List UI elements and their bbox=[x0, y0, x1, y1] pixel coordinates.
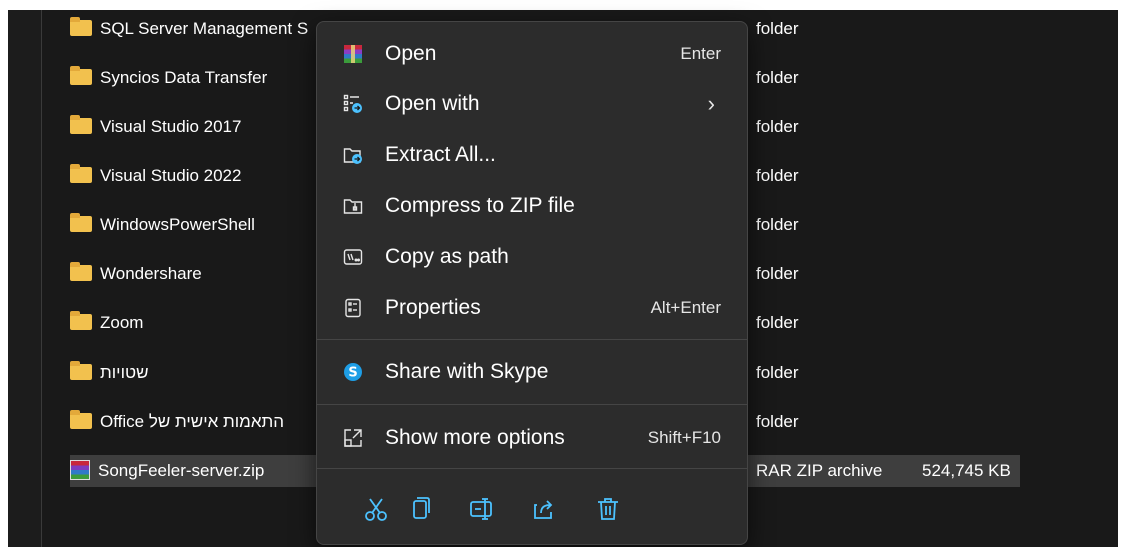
file-type: RAR ZIP archive bbox=[756, 461, 883, 480]
copy-path-icon bbox=[343, 247, 363, 267]
file-name: SongFeeler-server.zip bbox=[98, 461, 265, 480]
file-type: folder bbox=[756, 264, 799, 283]
context-menu-toolbar bbox=[317, 474, 747, 544]
show-more-options-icon bbox=[343, 428, 363, 448]
file-type: folder bbox=[756, 166, 799, 185]
menu-item-copy-as-path[interactable]: Copy as path bbox=[323, 234, 741, 280]
menu-item-shortcut: Shift+F10 bbox=[647, 428, 721, 447]
winrar-archive-icon bbox=[70, 460, 90, 480]
skype-icon: S bbox=[343, 362, 363, 382]
folder-icon bbox=[70, 361, 92, 380]
cut-icon[interactable] bbox=[361, 494, 391, 524]
menu-item-compress-zip[interactable]: Compress to ZIP file bbox=[323, 183, 741, 229]
copy-icon[interactable] bbox=[405, 494, 435, 524]
menu-item-label: Share with Skype bbox=[385, 360, 549, 383]
folder-icon bbox=[70, 213, 92, 232]
folder-icon bbox=[70, 17, 92, 36]
folder-icon bbox=[70, 115, 92, 134]
folder-icon bbox=[70, 66, 92, 85]
extract-folder-icon bbox=[343, 145, 363, 165]
menu-item-label: Properties bbox=[385, 296, 481, 319]
winrar-icon bbox=[343, 44, 363, 64]
menu-item-extract-all[interactable]: Extract All... bbox=[323, 132, 741, 178]
chevron-right-icon: › bbox=[707, 91, 715, 116]
file-type: folder bbox=[756, 19, 799, 38]
menu-item-open-with[interactable]: Open with › bbox=[323, 81, 741, 127]
file-name: Wondershare bbox=[100, 264, 202, 283]
properties-icon bbox=[343, 298, 363, 318]
svg-text:S: S bbox=[348, 366, 357, 381]
file-name: SQL Server Management S bbox=[100, 19, 309, 38]
menu-item-label: Extract All... bbox=[385, 143, 496, 166]
file-name: Zoom bbox=[100, 313, 144, 332]
menu-separator bbox=[317, 468, 747, 469]
menu-item-label: Compress to ZIP file bbox=[385, 194, 575, 217]
file-type: folder bbox=[756, 117, 799, 136]
file-type: folder bbox=[756, 313, 799, 332]
file-type: folder bbox=[756, 363, 799, 382]
file-name: Visual Studio 2017 bbox=[100, 117, 242, 136]
zip-folder-icon bbox=[343, 196, 363, 216]
menu-item-label: Copy as path bbox=[385, 245, 509, 268]
file-type: folder bbox=[756, 215, 799, 234]
open-with-icon bbox=[343, 94, 363, 114]
folder-icon bbox=[70, 262, 92, 281]
file-name: שטויות bbox=[100, 363, 149, 382]
menu-item-share-skype[interactable]: S Share with Skype bbox=[323, 349, 741, 395]
folder-icon bbox=[70, 164, 92, 183]
menu-separator bbox=[317, 339, 747, 340]
menu-item-properties[interactable]: Properties Alt+Enter bbox=[323, 285, 741, 331]
navigation-pane-edge bbox=[8, 10, 42, 547]
menu-item-show-more-options[interactable]: Show more options Shift+F10 bbox=[323, 415, 741, 461]
menu-item-shortcut: Enter bbox=[680, 44, 721, 63]
file-size: 524,745 KB bbox=[922, 461, 1011, 480]
menu-item-open[interactable]: Open Enter bbox=[323, 31, 741, 77]
menu-item-shortcut: Alt+Enter bbox=[650, 298, 721, 317]
context-menu: Open Enter Open with › Extract All... Co… bbox=[316, 21, 748, 545]
share-icon[interactable] bbox=[529, 494, 559, 524]
file-name: Office התאמות אישית של bbox=[100, 412, 285, 431]
menu-separator bbox=[317, 404, 747, 405]
file-name: WindowsPowerShell bbox=[100, 215, 255, 234]
file-type: folder bbox=[756, 68, 799, 87]
folder-icon bbox=[70, 311, 92, 330]
menu-item-label: Show more options bbox=[385, 426, 565, 449]
file-name: Visual Studio 2022 bbox=[100, 166, 242, 185]
rename-icon[interactable] bbox=[467, 494, 497, 524]
menu-item-label: Open with bbox=[385, 92, 480, 115]
file-type: folder bbox=[756, 412, 799, 431]
delete-icon[interactable] bbox=[593, 494, 623, 524]
file-name: Syncios Data Transfer bbox=[100, 68, 268, 87]
folder-icon bbox=[70, 410, 92, 429]
menu-item-label: Open bbox=[385, 42, 437, 65]
